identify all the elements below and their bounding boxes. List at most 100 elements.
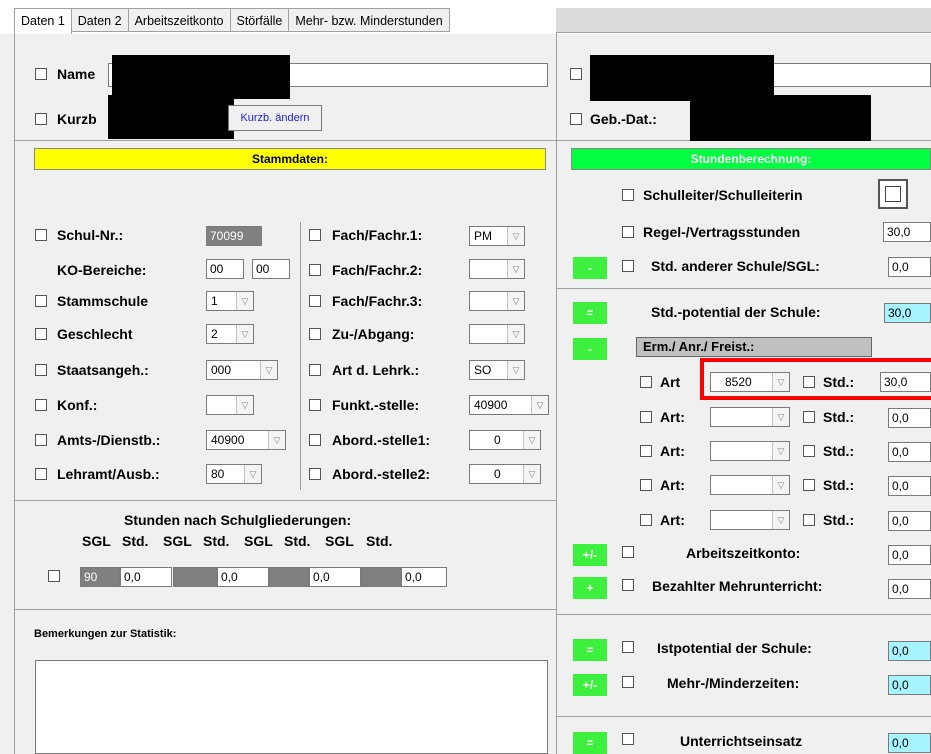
art-checkbox-4[interactable] — [640, 479, 652, 491]
staatsangeh-select[interactable]: 000 ▽ — [206, 360, 278, 380]
plusminus-op-button[interactable]: +/- — [573, 544, 607, 566]
artlehrk-select[interactable]: SO ▽ — [469, 360, 525, 380]
abord1-checkbox[interactable] — [309, 434, 321, 446]
art-select-5[interactable]: ▽ — [710, 510, 790, 530]
lehramt-select[interactable]: 80 ▽ — [206, 464, 262, 484]
bezahlter-checkbox[interactable] — [622, 579, 634, 591]
minus-op-button[interactable]: - — [573, 257, 607, 279]
anderer-input[interactable]: 0,0 — [888, 257, 931, 277]
tab-daten-1[interactable]: Daten 1 — [14, 8, 72, 34]
tab-stoerfaelle[interactable]: Störfälle — [229, 8, 290, 32]
sgl-checkbox[interactable] — [48, 570, 60, 582]
bezahlter-input[interactable]: 0,0 — [888, 579, 931, 599]
abord2-select[interactable]: 0 ▽ — [469, 464, 541, 484]
arbeitszeitkonto-input[interactable]: 0,0 — [888, 545, 931, 565]
art-checkbox-5[interactable] — [640, 514, 652, 526]
art-select-3[interactable]: ▽ — [710, 441, 790, 461]
kurzb-aendern-button[interactable]: Kurzb. ändern — [228, 105, 322, 131]
amts-checkbox[interactable] — [35, 434, 47, 446]
std-input-2[interactable]: 0,0 — [888, 408, 931, 428]
tab-daten-2[interactable]: Daten 2 — [70, 8, 129, 32]
art-select-2[interactable]: ▽ — [710, 407, 790, 427]
name-checkbox[interactable] — [35, 68, 47, 80]
chevron-down-icon: ▽ — [236, 396, 253, 414]
geschlecht-checkbox[interactable] — [35, 328, 47, 340]
ko-bereich-1-input[interactable]: 00 — [206, 259, 244, 279]
divider-bemerkungen — [14, 609, 556, 610]
tab-mehr-minderstunden[interactable]: Mehr- bzw. Minderstunden — [288, 8, 450, 32]
schulnr-checkbox[interactable] — [35, 229, 47, 241]
std-input-3[interactable]: 0,0 — [888, 442, 931, 462]
stammschule-label: Stammschule — [57, 293, 149, 309]
std-field-2[interactable]: 0,0 — [217, 567, 269, 587]
equals-op-button-2[interactable]: = — [573, 639, 607, 661]
plusminus-op-button-2[interactable]: +/- — [573, 674, 607, 696]
chevron-down-icon: ▽ — [507, 292, 524, 310]
fach1-checkbox[interactable] — [309, 229, 321, 241]
regel-checkbox[interactable] — [622, 226, 634, 238]
std-field-1[interactable]: 0,0 — [120, 567, 172, 587]
istpotential-field: 0,0 — [888, 641, 931, 661]
abord1-select[interactable]: 0 ▽ — [469, 430, 541, 450]
art-checkbox-2[interactable] — [640, 411, 652, 423]
divider-schulgliederungen — [14, 500, 556, 501]
erm-group-label: Erm./ Anr./ Freist.: — [636, 337, 872, 357]
zuab-select[interactable]: ▽ — [469, 324, 525, 344]
equals-op-button[interactable]: = — [573, 302, 607, 324]
std-checkbox-2[interactable] — [803, 411, 815, 423]
funkt-checkbox[interactable] — [309, 399, 321, 411]
tab-arbeitszeitkonto[interactable]: Arbeitszeitkonto — [127, 8, 231, 32]
ko-bereich-2-input[interactable]: 00 — [252, 259, 290, 279]
konf-select[interactable]: ▽ — [206, 395, 254, 415]
sgl-field-3 — [269, 567, 309, 587]
std-input-4[interactable]: 0,0 — [888, 476, 931, 496]
schulleiter-checkbox[interactable] — [622, 189, 634, 201]
abord2-checkbox[interactable] — [309, 468, 321, 480]
art-checkbox-1[interactable] — [640, 376, 652, 388]
kurzb-label: Kurzb — [57, 111, 97, 127]
anderer-checkbox[interactable] — [622, 260, 634, 272]
geschlecht-select[interactable]: 2 ▽ — [206, 324, 254, 344]
mehrminder-checkbox[interactable] — [622, 676, 634, 688]
arbeitszeitkonto-checkbox[interactable] — [622, 546, 634, 558]
fach3-select[interactable]: ▽ — [469, 291, 525, 311]
istpotential-checkbox[interactable] — [622, 641, 634, 653]
std-checkbox-4[interactable] — [803, 479, 815, 491]
regel-input[interactable]: 30,0 — [883, 222, 931, 242]
lehramt-checkbox[interactable] — [35, 468, 47, 480]
artlehrk-checkbox[interactable] — [309, 364, 321, 376]
kurzb-checkbox[interactable] — [35, 113, 47, 125]
fach2-checkbox[interactable] — [309, 264, 321, 276]
fach2-select[interactable]: ▽ — [469, 259, 525, 279]
schulleiter-toggle[interactable] — [878, 179, 908, 209]
amts-select[interactable]: 40900 ▽ — [206, 430, 286, 450]
std-checkbox-5[interactable] — [803, 514, 815, 526]
zuab-checkbox[interactable] — [309, 328, 321, 340]
highlight-box — [700, 358, 931, 400]
unterricht-checkbox[interactable] — [622, 733, 634, 745]
art-checkbox-3[interactable] — [640, 445, 652, 457]
std-checkbox-3[interactable] — [803, 445, 815, 457]
plus-op-button[interactable]: + — [573, 577, 607, 599]
funkt-select[interactable]: 40900 ▽ — [469, 395, 549, 415]
bemerkungen-textarea[interactable] — [35, 660, 548, 754]
stammschule-select[interactable]: 1 ▽ — [206, 291, 254, 311]
std-field-4[interactable]: 0,0 — [401, 567, 447, 587]
checkbox-icon — [885, 186, 901, 202]
std-field-3[interactable]: 0,0 — [309, 567, 361, 587]
staatsangeh-checkbox[interactable] — [35, 364, 47, 376]
fach3-checkbox[interactable] — [309, 295, 321, 307]
konf-checkbox[interactable] — [35, 399, 47, 411]
std-input-5[interactable]: 0,0 — [888, 511, 931, 531]
tab-strip-filler — [556, 8, 931, 33]
divider-stunden-1 — [556, 288, 931, 289]
stammschule-checkbox[interactable] — [35, 295, 47, 307]
gebdat-checkbox[interactable] — [570, 113, 582, 125]
fach1-select[interactable]: PM ▽ — [469, 226, 525, 246]
art-select-4[interactable]: ▽ — [710, 475, 790, 495]
divider-stunden-3 — [556, 716, 931, 717]
stundenberechnung-header: Stundenberechnung: — [571, 148, 931, 170]
minus-op-button-2[interactable]: - — [573, 338, 607, 360]
field-checkbox-right[interactable] — [570, 68, 582, 80]
equals-op-button-3[interactable]: = — [573, 732, 607, 754]
